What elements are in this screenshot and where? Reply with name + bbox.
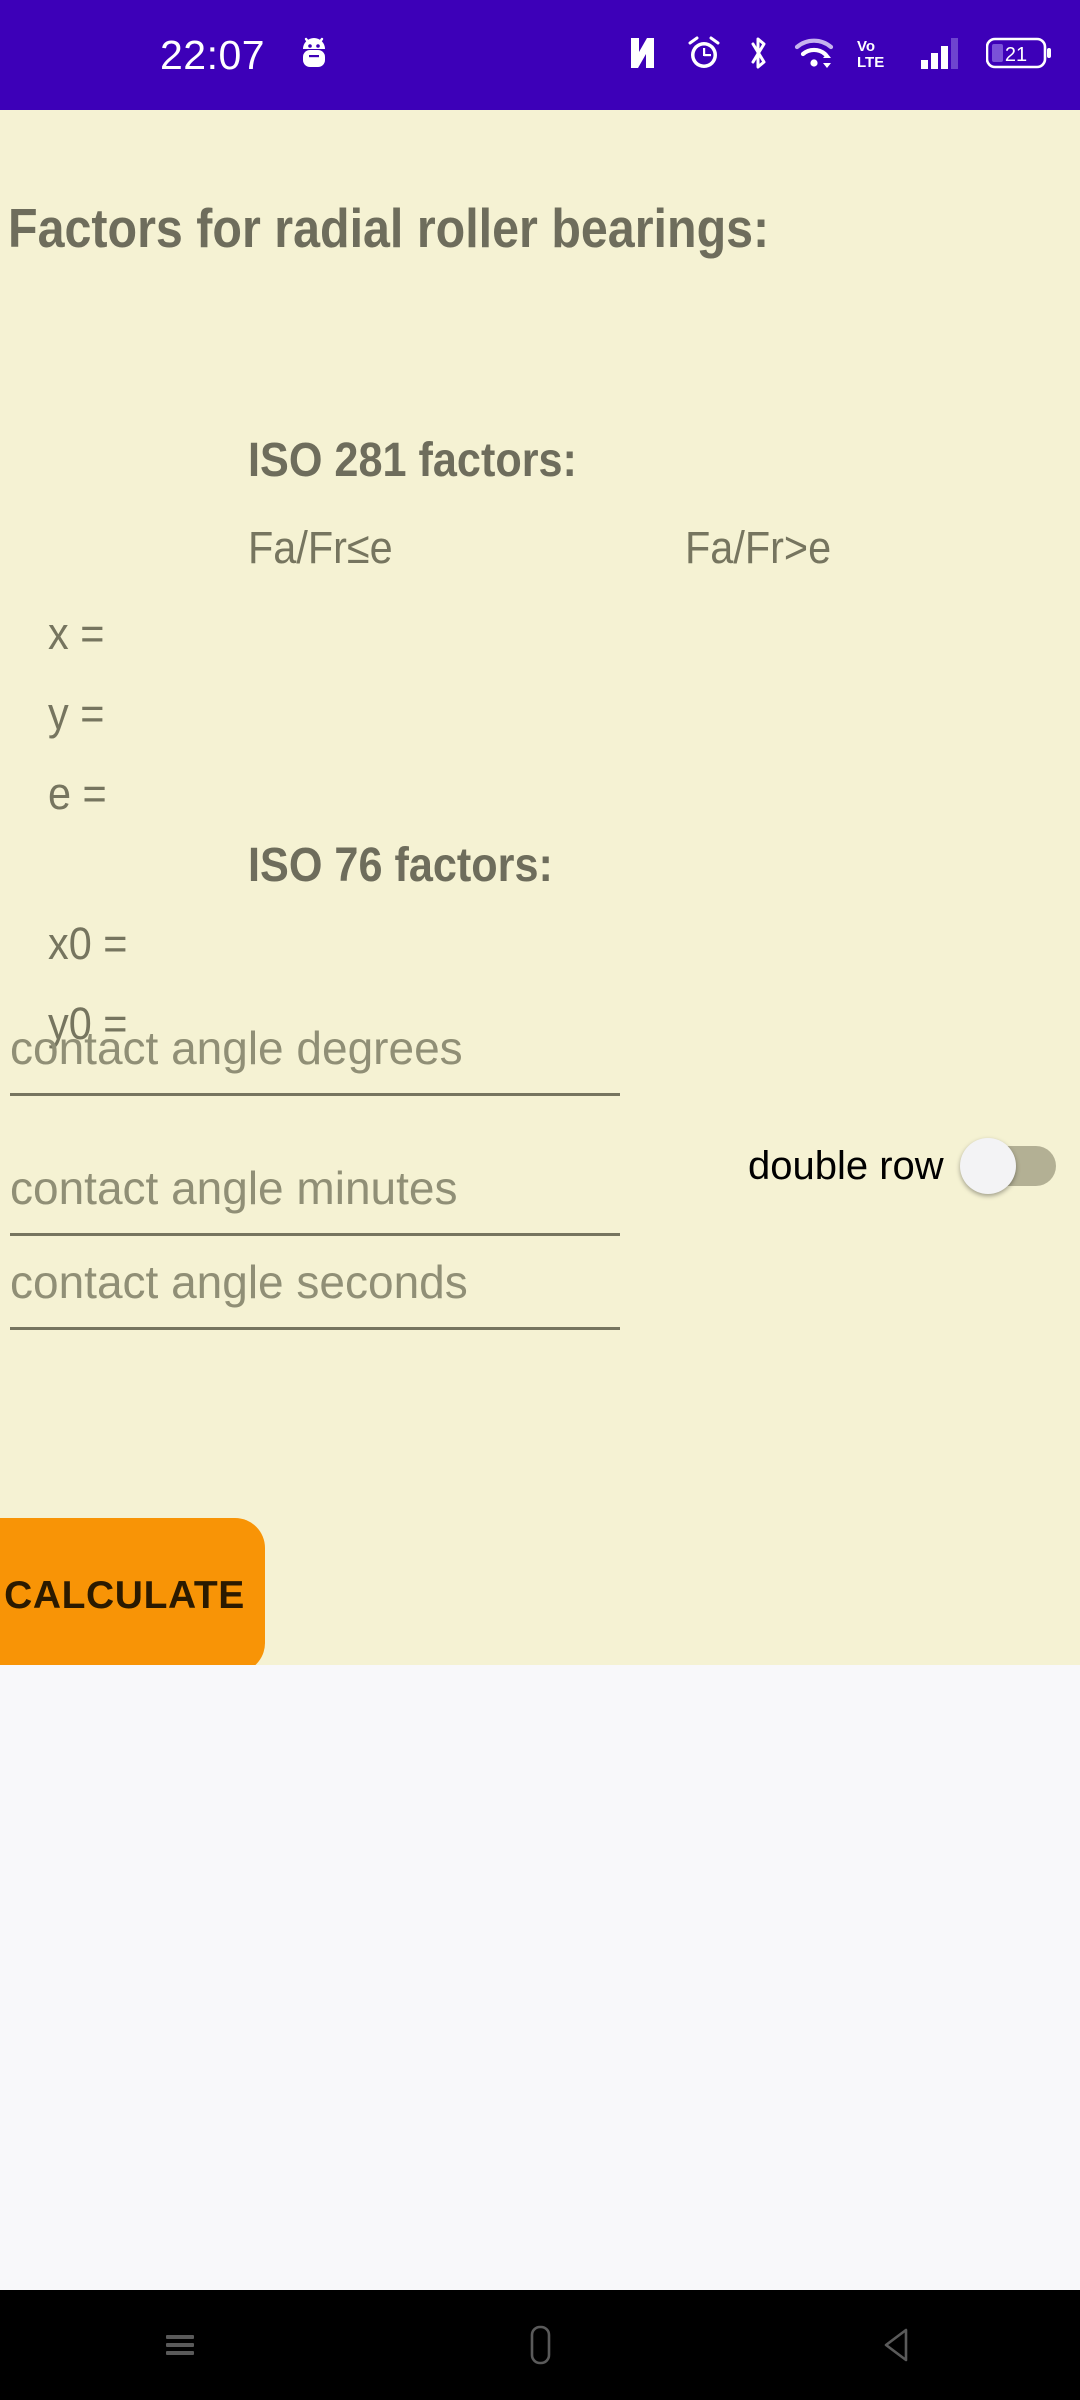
back-button[interactable] xyxy=(830,2290,970,2400)
status-bar-right: Vo LTE 21 xyxy=(628,0,1052,110)
contact-angle-seconds-field[interactable] xyxy=(10,1242,620,1342)
factor-label-y: y = xyxy=(48,688,105,739)
android-robot-icon xyxy=(299,35,329,76)
empty-area xyxy=(0,1665,1080,2290)
bluetooth-icon xyxy=(744,34,772,77)
page-title: Factors for radial roller bearings: xyxy=(8,197,770,259)
wifi-icon xyxy=(794,36,834,75)
battery-icon: 21 xyxy=(985,36,1052,75)
double-row-switch[interactable] xyxy=(959,1138,1056,1194)
factor-row-x0: x0 = xyxy=(48,918,154,970)
home-button[interactable] xyxy=(470,2290,610,2400)
calculate-button[interactable]: CALCULATE xyxy=(0,1518,265,1665)
nfc-icon xyxy=(628,35,664,76)
factor-label-e: e = xyxy=(48,768,107,819)
status-bar: 22:07 Vo LTE 21 xyxy=(0,0,1080,110)
main-content: Factors for radial roller bearings: ISO … xyxy=(0,110,1080,1665)
factor-label-x0: x0 = xyxy=(48,918,128,969)
svg-text:Vo: Vo xyxy=(857,38,875,55)
alarm-clock-icon xyxy=(686,35,722,76)
column-header-fa-fr-le: Fa/Fr≤e xyxy=(248,522,393,573)
column-header-fa-fr-gt: Fa/Fr>e xyxy=(685,522,832,573)
factor-row-e: e = xyxy=(48,768,132,820)
navigation-bar xyxy=(0,2290,1080,2400)
contact-angle-seconds-input[interactable] xyxy=(10,1242,620,1326)
factor-label-x: x = xyxy=(48,608,105,659)
contact-angle-degrees-field[interactable] xyxy=(10,1008,620,1108)
status-bar-left: 22:07 xyxy=(160,32,329,79)
factor-row-x: x = xyxy=(48,608,129,660)
field-underline xyxy=(10,1093,620,1096)
field-underline xyxy=(10,1233,620,1236)
volte-icon: Vo LTE xyxy=(856,35,898,76)
cellular-signal-icon xyxy=(920,36,964,75)
double-row-label: double row xyxy=(748,1143,944,1188)
contact-angle-minutes-input[interactable] xyxy=(10,1148,620,1232)
status-bar-clock: 22:07 xyxy=(160,31,266,78)
recents-icon xyxy=(166,2335,194,2355)
field-underline xyxy=(10,1327,620,1330)
iso281-heading: ISO 281 factors: xyxy=(248,434,577,487)
contact-angle-minutes-field[interactable] xyxy=(10,1148,620,1248)
svg-text:LTE: LTE xyxy=(857,54,884,71)
double-row-toggle-row[interactable]: double row xyxy=(748,1138,1056,1194)
home-icon xyxy=(530,2325,551,2365)
factor-row-y: y = xyxy=(48,688,129,740)
contact-angle-degrees-input[interactable] xyxy=(10,1008,620,1092)
iso76-heading: ISO 76 factors: xyxy=(248,839,553,892)
back-icon xyxy=(884,2328,908,2362)
battery-level-text: 21 xyxy=(1005,44,1027,66)
recents-button[interactable] xyxy=(110,2290,250,2400)
switch-thumb[interactable] xyxy=(959,1138,1016,1194)
